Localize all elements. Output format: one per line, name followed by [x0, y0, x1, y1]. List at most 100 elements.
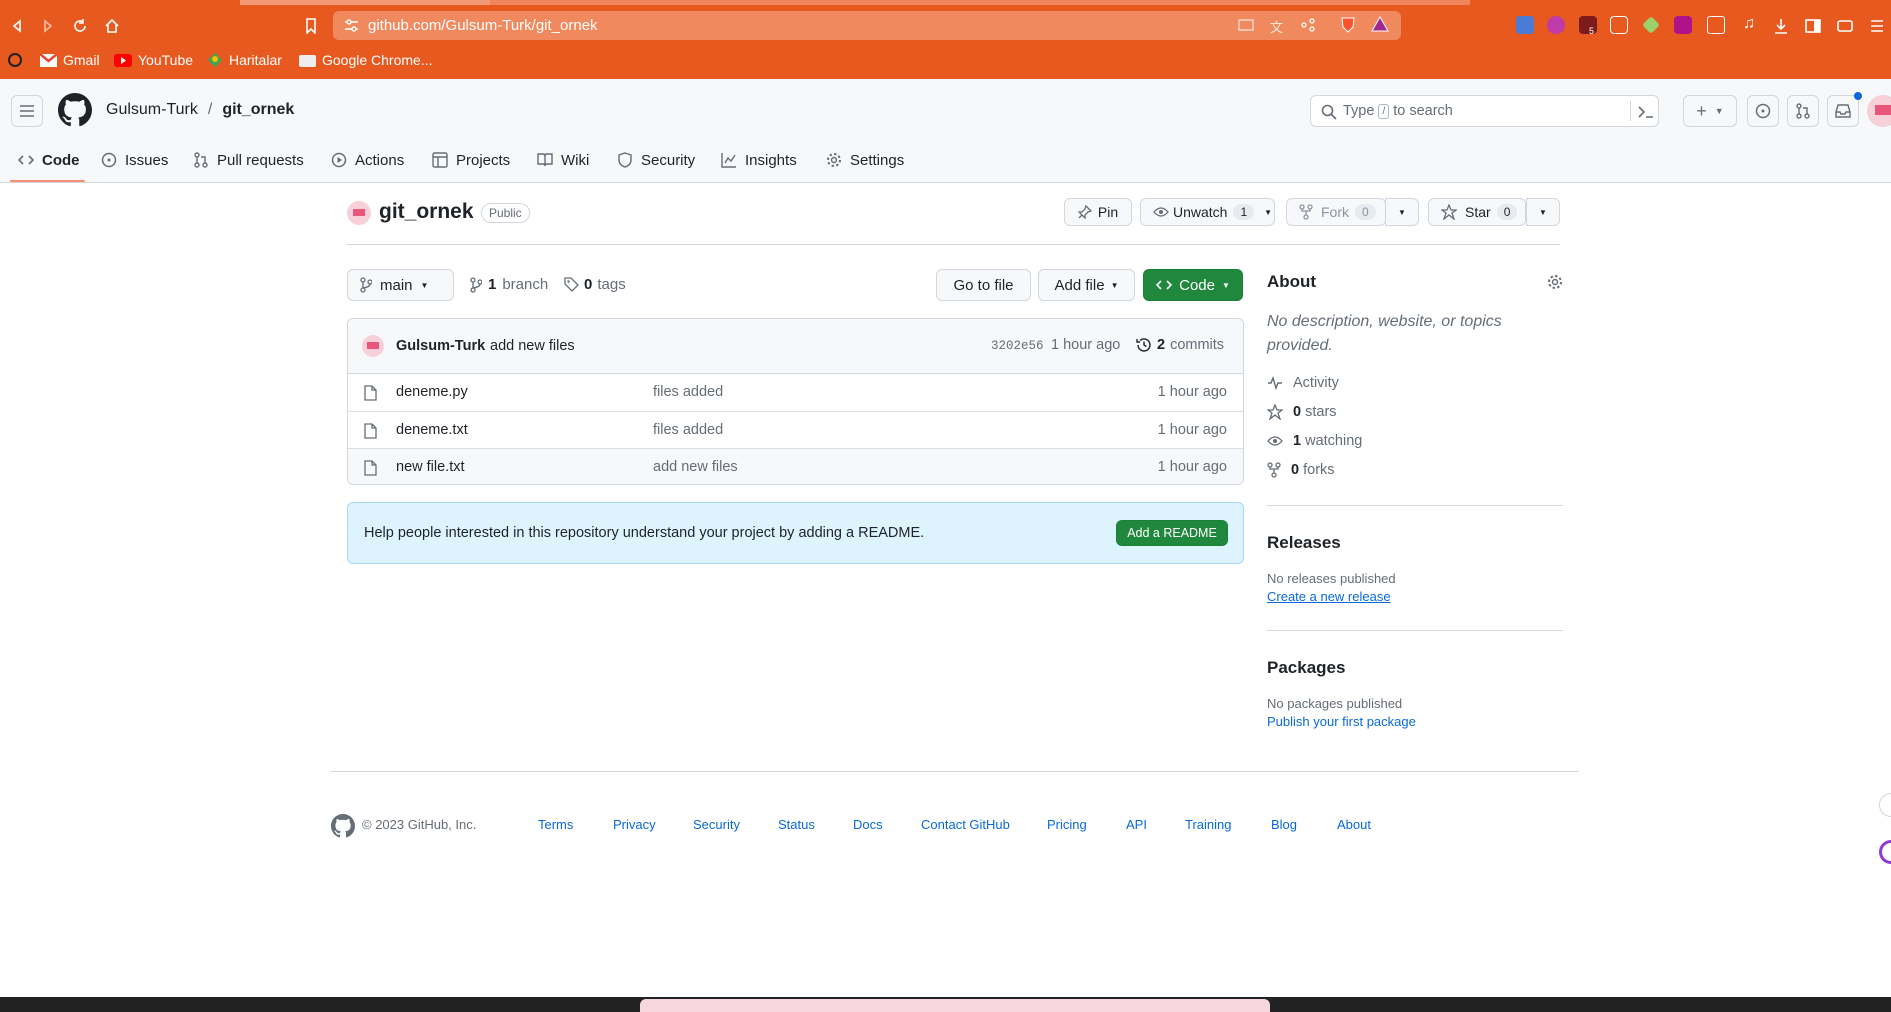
bookmark-youtube[interactable]: YouTube: [114, 50, 193, 70]
sidebar-toggle-icon[interactable]: [1802, 15, 1824, 37]
repo-link[interactable]: git_ornek: [222, 101, 294, 119]
home-icon[interactable]: [101, 15, 123, 37]
floating-widget[interactable]: [1879, 793, 1891, 817]
browser-tab-strip-inactive[interactable]: [490, 0, 1470, 5]
footer-link-status[interactable]: Status: [778, 817, 815, 832]
cast-icon[interactable]: [1238, 18, 1254, 32]
fork-button[interactable]: Fork 0: [1286, 198, 1386, 226]
tab-wiki[interactable]: Wiki: [537, 150, 589, 170]
wallet-icon[interactable]: [1834, 15, 1856, 37]
footer-link-pricing[interactable]: Pricing: [1047, 817, 1087, 832]
bookmark-chrome-folder[interactable]: Google Chrome...: [299, 50, 433, 70]
create-release-link[interactable]: Create a new release: [1267, 589, 1391, 604]
footer-link-api[interactable]: API: [1126, 817, 1147, 832]
footer-link-blog[interactable]: Blog: [1271, 817, 1297, 832]
pin-button[interactable]: Pin: [1064, 198, 1132, 226]
file-row[interactable]: new file.txt add new files 1 hour ago: [348, 448, 1243, 484]
fork-dropdown-button[interactable]: ▼: [1385, 198, 1419, 226]
github-footer-logo[interactable]: [331, 814, 355, 838]
tab-security[interactable]: Security: [617, 150, 695, 170]
share-icon[interactable]: [1301, 18, 1315, 32]
star-button[interactable]: Star 0: [1428, 198, 1526, 226]
menu-icon[interactable]: [1866, 15, 1888, 37]
brave-rewards-icon[interactable]: [1371, 16, 1389, 32]
dock[interactable]: [640, 999, 1270, 1012]
commit-author[interactable]: Gulsum-Turk: [396, 338, 485, 354]
file-commit-message[interactable]: add new files: [653, 459, 738, 475]
file-row[interactable]: deneme.py files added 1 hour ago: [348, 374, 1243, 411]
pull-requests-button[interactable]: [1787, 95, 1819, 127]
packages-heading[interactable]: Packages: [1267, 658, 1345, 678]
tab-insights[interactable]: Insights: [721, 150, 797, 170]
tab-actions[interactable]: Actions: [331, 150, 404, 170]
tab-issues[interactable]: Issues: [101, 150, 168, 170]
go-to-file-button[interactable]: Go to file: [936, 269, 1031, 301]
activity-link[interactable]: Activity: [1267, 375, 1339, 391]
commit-message[interactable]: add new files: [490, 338, 575, 354]
footer-link-training[interactable]: Training: [1185, 817, 1231, 832]
footer-link-docs[interactable]: Docs: [853, 817, 883, 832]
url-text[interactable]: github.com/Gulsum-Turk/git_ornek: [368, 17, 598, 34]
releases-heading[interactable]: Releases: [1267, 533, 1341, 553]
tags-link[interactable]: 0 tags: [564, 276, 626, 293]
footer-link-security[interactable]: Security: [693, 817, 740, 832]
command-palette-icon[interactable]: [1638, 105, 1654, 119]
commit-author-avatar[interactable]: [362, 335, 384, 357]
bookmark-brave[interactable]: [8, 50, 22, 70]
forks-link[interactable]: 0 forks: [1267, 462, 1335, 478]
tab-settings[interactable]: Settings: [826, 150, 904, 170]
tab-pull-requests[interactable]: Pull requests: [193, 150, 304, 170]
gear-icon[interactable]: [1547, 274, 1563, 290]
music-icon[interactable]: ♫: [1738, 13, 1760, 35]
footer-link-contact[interactable]: Contact GitHub: [921, 817, 1010, 832]
reload-icon[interactable]: [69, 15, 91, 37]
code-dropdown-button[interactable]: Code ▼: [1143, 269, 1243, 301]
tab-code[interactable]: Code: [18, 150, 80, 170]
unwatch-button[interactable]: Unwatch 1 ▼: [1140, 198, 1275, 226]
bookmark-icon[interactable]: [300, 15, 322, 37]
browser-tab-strip[interactable]: [240, 0, 490, 5]
add-readme-button[interactable]: Add a README: [1116, 520, 1228, 546]
extension-icon[interactable]: [1547, 16, 1565, 34]
floating-assistant-icon[interactable]: [1879, 840, 1891, 864]
commits-link[interactable]: 2 commits: [1136, 337, 1224, 353]
ublock-icon[interactable]: 5: [1579, 16, 1597, 36]
add-file-button[interactable]: Add file ▼: [1038, 269, 1135, 301]
file-row[interactable]: deneme.txt files added 1 hour ago: [348, 411, 1243, 448]
repo-title[interactable]: git_ornek: [379, 200, 474, 224]
bookmark-gmail[interactable]: Gmail: [40, 50, 100, 70]
address-bar[interactable]: github.com/Gulsum-Turk/git_ornek 文: [333, 11, 1401, 40]
publish-package-link[interactable]: Publish your first package: [1267, 714, 1416, 729]
file-commit-message[interactable]: files added: [653, 422, 723, 438]
puzzle-icon[interactable]: [1707, 16, 1725, 34]
inbox-button[interactable]: [1827, 92, 1862, 127]
asb-extension-icon[interactable]: [1674, 16, 1692, 34]
github-logo[interactable]: [58, 93, 92, 127]
translate-extension-icon[interactable]: [1516, 16, 1534, 34]
forward-icon[interactable]: [37, 15, 59, 37]
file-name[interactable]: deneme.txt: [396, 422, 468, 438]
branch-select-button[interactable]: main ▼: [347, 269, 454, 301]
site-info-icon[interactable]: [344, 18, 359, 33]
footer-link-terms[interactable]: Terms: [538, 817, 573, 832]
footer-link-privacy[interactable]: Privacy: [613, 817, 656, 832]
pencil-extension-icon[interactable]: [1642, 16, 1660, 34]
file-commit-message[interactable]: files added: [653, 384, 723, 400]
star-dropdown-button[interactable]: ▼: [1526, 198, 1560, 226]
create-new-button[interactable]: + ▼: [1683, 95, 1737, 127]
watchers-link[interactable]: 1 watching: [1267, 433, 1362, 449]
commit-sha[interactable]: 3202e56: [991, 339, 1044, 353]
file-name[interactable]: deneme.py: [396, 384, 468, 400]
owner-link[interactable]: Gulsum-Turk: [106, 101, 198, 119]
file-name[interactable]: new file.txt: [396, 459, 465, 475]
avatar[interactable]: [1867, 95, 1891, 127]
download-icon[interactable]: [1770, 15, 1792, 37]
footer-link-about[interactable]: About: [1337, 817, 1371, 832]
branches-link[interactable]: 1 branch: [470, 276, 548, 293]
stars-link[interactable]: 0 stars: [1267, 404, 1337, 420]
issues-button[interactable]: [1747, 95, 1779, 127]
hamburger-menu-button[interactable]: [11, 95, 43, 127]
translate-icon[interactable]: 文: [1270, 17, 1283, 36]
extension-icon[interactable]: [1610, 16, 1628, 34]
back-icon[interactable]: [6, 15, 28, 37]
